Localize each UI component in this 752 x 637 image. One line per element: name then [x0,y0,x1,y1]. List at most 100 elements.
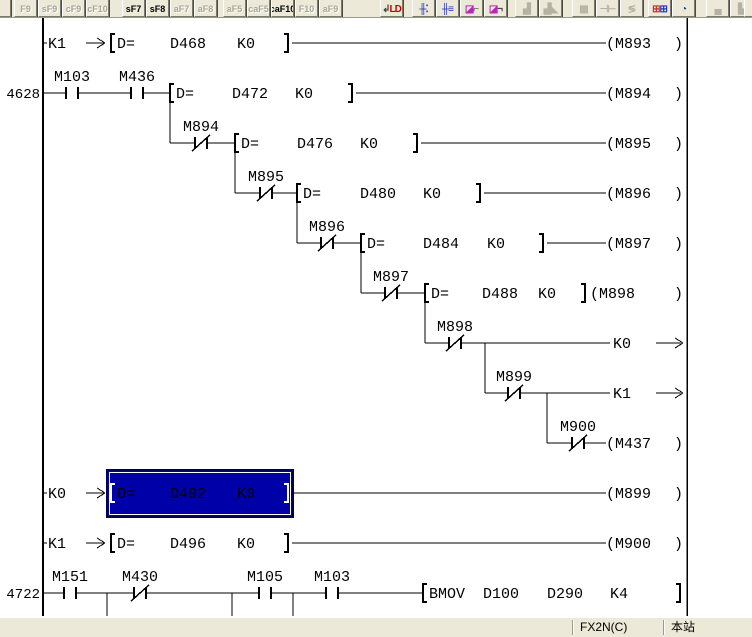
fkey-button-F9: F9 [14,0,37,17]
block-open-bracket[interactable] [111,34,115,52]
svg-text:(M894: (M894 [606,86,651,103]
svg-text:(M895: (M895 [606,136,651,153]
device-find-alt-icon[interactable]: ◪¬ [484,0,507,17]
operand-text[interactable]: D290 [547,586,583,603]
coil-M896[interactable]: (M896) [606,186,683,203]
contact-M103-no[interactable]: M103 [54,69,90,99]
coil-M894[interactable]: (M894) [606,86,683,103]
contact-M894-nc[interactable]: M894 [183,119,219,151]
device-find-icon[interactable]: ◪⌐ [460,0,483,17]
block-open-bracket[interactable] [423,584,427,602]
block-close-bracket[interactable] [284,534,288,552]
operand-text[interactable]: D496 [170,536,206,553]
verify-tool-icon-glyph: ◣ [551,4,558,15]
operand-text[interactable]: D= [303,186,321,203]
device-find-alt-icon-glyph: ¬ [497,4,502,15]
fkey-button-sF8[interactable]: sF8 [146,0,169,17]
contact-M896-nc[interactable]: M896 [309,219,345,251]
operand-text[interactable]: D468 [170,36,206,53]
contact-M900-nc[interactable]: M900 [560,419,596,451]
svg-text:M430: M430 [122,569,158,586]
operand-text[interactable]: K0 [487,236,505,253]
operand-text[interactable]: D472 [232,86,268,103]
operand-text[interactable]: K0 [237,536,255,553]
operand-text[interactable]: D= [117,536,135,553]
coil-M899[interactable]: (M899) [606,486,683,503]
operand-text[interactable]: K0 [237,486,255,503]
status-bar: FX2N(C) 本站 [0,617,752,637]
coil-M897[interactable]: (M897) [606,236,683,253]
operand-text[interactable]: BMOV [429,586,465,603]
svg-text:D468: D468 [170,36,206,53]
block-close-bracket[interactable] [476,184,480,202]
block-close-bracket[interactable] [413,134,417,152]
svg-text:M151: M151 [52,569,88,586]
contact-M151-no[interactable]: M151 [52,569,88,599]
operand-text[interactable]: D480 [360,186,396,203]
svg-text:K0: K0 [423,186,441,203]
svg-text:(M898: (M898 [590,286,635,303]
svg-text:D496: D496 [170,536,206,553]
clip-tool-icon[interactable]: ⧉ [744,0,752,17]
operand-text[interactable]: D= [117,486,135,503]
operand-text[interactable]: K4 [610,586,628,603]
block-close-bracket[interactable] [284,34,288,52]
block-close-bracket[interactable] [539,234,543,252]
refresh-monitor-icon[interactable]: ◔ [672,0,695,17]
coil-M895[interactable]: (M895) [606,136,683,153]
operand-text[interactable]: D= [431,286,449,303]
svg-text:): ) [674,486,683,503]
operand-text[interactable]: K0 [423,186,441,203]
grid-tool-icon-glyph: ▦ [579,4,587,15]
operand-text[interactable]: D= [241,136,259,153]
block-open-bracket[interactable] [235,134,239,152]
contact-M430-nc[interactable]: M430 [122,569,158,601]
contact-M105-no[interactable]: M105 [247,569,283,599]
contact-M899-nc[interactable]: M899 [496,369,532,401]
svg-text:D100: D100 [483,586,519,603]
contact-M898-nc[interactable]: M898 [437,319,473,351]
block-close-bracket[interactable] [676,584,680,602]
verify-tool-icon-glyph: ▟ [544,4,551,15]
block-open-bracket[interactable] [297,184,301,202]
operand-text[interactable]: D= [367,236,385,253]
operand-text[interactable]: K0 [237,36,255,53]
window-tile-icon[interactable]: ⊞⊞ [648,0,671,17]
fkey-button-sF7[interactable]: sF7 [122,0,145,17]
operand-text[interactable]: D100 [483,586,519,603]
step-number: 4722 [6,587,40,603]
ladder-edit-icon[interactable]: ╫≡ [436,0,459,17]
ladder-monitor-icon-glyph: ⁚ [425,4,427,15]
ladder-monitor-icon[interactable]: ╫⁚ [412,0,435,17]
contact-M897-nc[interactable]: M897 [373,269,409,301]
operand-text[interactable]: D= [117,36,135,53]
coil-M900[interactable]: (M900) [606,536,683,553]
operand-text[interactable]: K0 [360,136,378,153]
contact-M103-no[interactable]: M103 [314,569,350,599]
svg-text:): ) [674,236,683,253]
contact-M436-no[interactable]: M436 [119,69,155,99]
operand-text[interactable]: D492 [170,486,206,503]
block-close-bracket[interactable] [581,284,585,302]
operand-text[interactable]: D= [176,86,194,103]
block-open-bracket[interactable] [170,84,174,102]
svg-text:D=: D= [117,536,135,553]
svg-text:(M896: (M896 [606,186,651,203]
block-open-bracket[interactable] [111,534,115,552]
operand-text[interactable]: D476 [297,136,333,153]
read-ladder-icon[interactable]: ↲LD [380,0,403,17]
coil-M898[interactable]: (M898) [590,286,683,303]
coil-M893[interactable]: (M893) [606,36,683,53]
svg-text:K0: K0 [487,236,505,253]
fkey-button-caF10[interactable]: caF10 [271,0,294,17]
operand-text[interactable]: K0 [295,86,313,103]
contact-M895-nc[interactable]: M895 [248,169,284,201]
block-close-bracket[interactable] [348,84,352,102]
coil-M437[interactable]: (M437) [606,436,683,453]
operand-text[interactable]: D484 [423,236,459,253]
operand-text[interactable]: K0 [538,286,556,303]
block-open-bracket[interactable] [425,284,429,302]
operand-text[interactable]: D488 [482,286,518,303]
block-open-bracket[interactable] [361,234,365,252]
svg-text:4722: 4722 [6,587,40,603]
